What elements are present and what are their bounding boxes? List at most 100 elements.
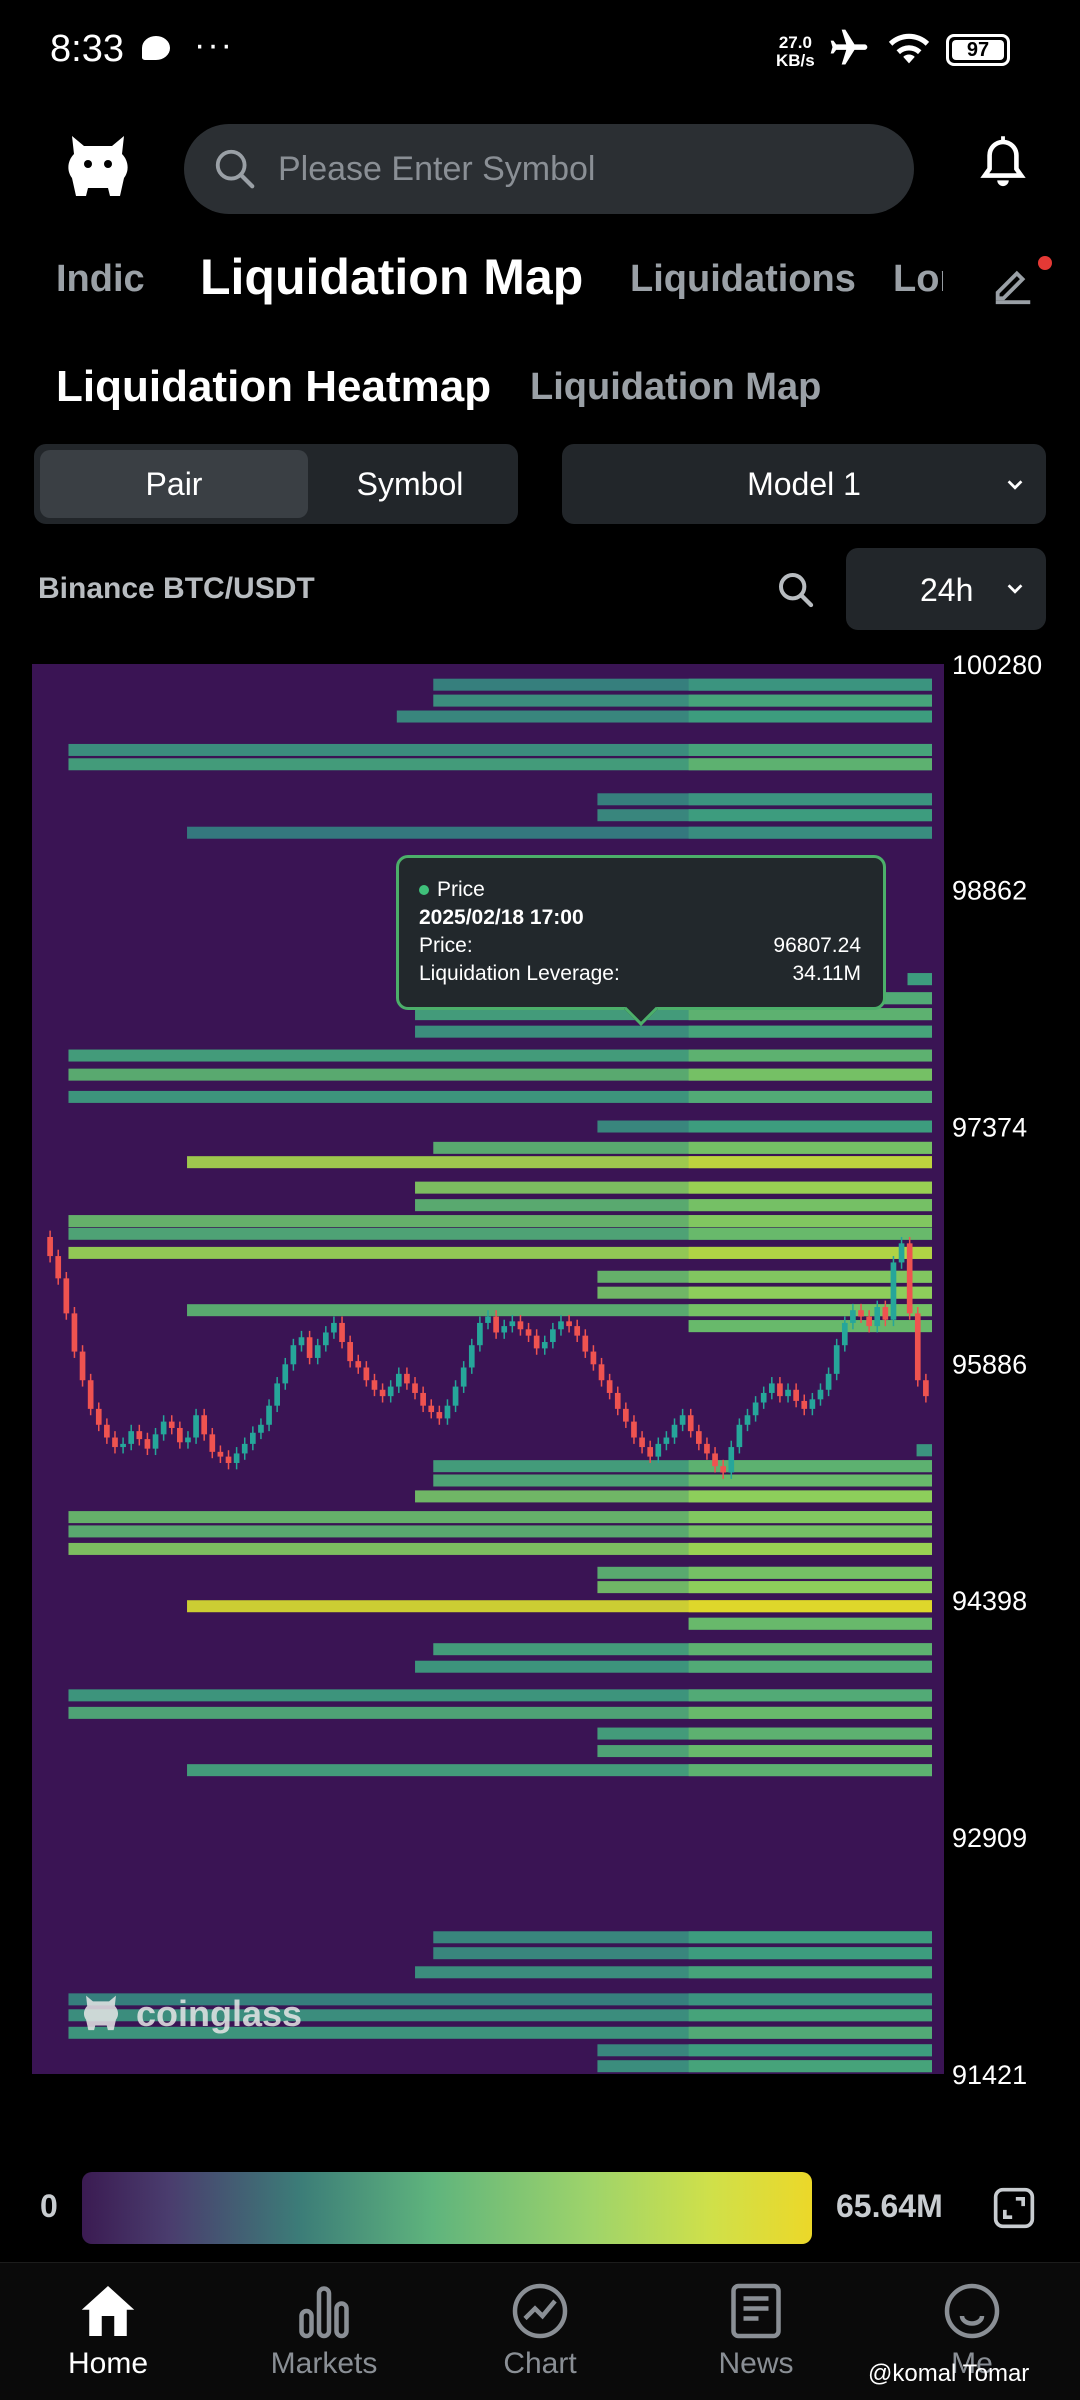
candle-body: [249, 1432, 256, 1444]
candle-body: [485, 1316, 491, 1323]
candle-body: [655, 1443, 662, 1457]
candle-body: [63, 1278, 70, 1314]
candle-body: [209, 1434, 216, 1452]
candle-body: [598, 1364, 605, 1381]
status-time: 8:33: [50, 28, 124, 70]
liquidation-band-tail: [688, 1215, 932, 1228]
candle-body: [582, 1335, 589, 1352]
candle-body: [363, 1367, 370, 1381]
battery-icon: 97: [946, 34, 1010, 66]
candle-body: [768, 1383, 775, 1393]
notification-bell-icon[interactable]: [980, 136, 1026, 194]
new-badge-dot: [1038, 256, 1052, 270]
candle-body: [339, 1322, 345, 1343]
y-tick-label: 97374: [952, 1113, 1027, 1143]
liquidation-band-tail: [688, 694, 932, 707]
liquidation-band-tail: [688, 1120, 932, 1133]
battery-level: 97: [952, 40, 1004, 60]
candle-body: [233, 1453, 240, 1463]
markets-icon: [299, 2286, 349, 2339]
candle-body: [550, 1329, 556, 1343]
liquidation-band-tail: [688, 1090, 932, 1103]
tab-liquidations[interactable]: Liquidations: [630, 258, 856, 301]
candle-body: [736, 1424, 743, 1448]
segment-pair[interactable]: Pair: [40, 450, 308, 518]
liquidation-band-tail: [688, 1525, 932, 1538]
candle-body: [712, 1453, 718, 1467]
liquidation-band-tail: [688, 1600, 932, 1613]
candle-body: [404, 1373, 410, 1384]
candle-body: [193, 1415, 199, 1438]
candle-body: [777, 1383, 783, 1397]
candle-body: [720, 1466, 727, 1473]
nav-markets[interactable]: Markets: [234, 2281, 414, 2381]
liquidation-band-tail: [688, 710, 932, 723]
symbol-search-input[interactable]: [278, 140, 878, 198]
tab-indicators[interactable]: Indic: [56, 258, 145, 301]
tooltip-header: Price: [437, 878, 485, 901]
candle-body: [858, 1310, 864, 1317]
candle-body: [614, 1392, 621, 1409]
candle-body: [882, 1307, 889, 1320]
liquidation-band-tail: [688, 1643, 932, 1656]
candle-body: [898, 1243, 905, 1263]
liquidation-band-tail: [688, 793, 932, 806]
candle-body: [225, 1456, 232, 1463]
segment-symbol[interactable]: Symbol: [308, 450, 512, 518]
candle-body: [387, 1386, 394, 1397]
candle-body: [55, 1256, 62, 1279]
y-tick-label: 95886: [952, 1349, 1027, 1379]
tab-liquidation-map[interactable]: Liquidation Map: [200, 248, 583, 306]
tab-long-short[interactable]: Lon: [893, 258, 943, 301]
coinglass-watermark-logo: [83, 1995, 119, 2031]
network-speed: 27.0 KB/s: [776, 33, 815, 70]
candle-body: [841, 1322, 848, 1346]
candle-body: [420, 1392, 426, 1406]
liquidation-band-tail: [688, 1141, 932, 1154]
candle-body: [752, 1402, 759, 1416]
candle-body: [266, 1405, 272, 1425]
symbol-search-bar[interactable]: [184, 124, 914, 214]
candle-body: [541, 1342, 548, 1349]
tab-liquidation-map-sub[interactable]: Liquidation Map: [530, 366, 821, 409]
candle-body: [477, 1322, 483, 1346]
model-dropdown[interactable]: Model 1: [562, 444, 1046, 524]
liquidation-band-tail: [688, 1320, 932, 1333]
candle-body: [647, 1447, 654, 1457]
liquidation-band-tail: [688, 1581, 932, 1594]
tooltip-price-value: 96807.24: [773, 934, 861, 957]
edit-tabs-icon[interactable]: [990, 260, 1036, 306]
coinglass-logo[interactable]: [58, 128, 138, 208]
watermark-text: coinglass: [136, 1993, 303, 2034]
legend-min: 0: [40, 2188, 58, 2224]
candle-body: [695, 1431, 702, 1444]
nav-news[interactable]: News: [666, 2281, 846, 2381]
series-dot: [419, 885, 429, 896]
candle-body: [566, 1321, 572, 1327]
time-range-dropdown[interactable]: 24h: [846, 548, 1046, 630]
candle-body: [509, 1321, 516, 1327]
candle-body: [95, 1408, 102, 1425]
candle-body: [71, 1313, 78, 1352]
exchange-pair-label[interactable]: Binance BTC/USDT: [38, 572, 315, 606]
candle-body: [201, 1415, 208, 1435]
y-tick-label: 92909: [952, 1823, 1027, 1853]
candle-body: [347, 1342, 353, 1362]
liquidation-band-tail: [688, 1931, 932, 1944]
nav-chart[interactable]: Chart: [450, 2281, 630, 2381]
search-pair-icon[interactable]: [776, 570, 816, 610]
liquidation-band-tail: [688, 1049, 932, 1062]
tab-liquidation-heatmap[interactable]: Liquidation Heatmap: [56, 362, 491, 412]
candle-body: [890, 1262, 897, 1320]
liquidation-band-tail: [688, 1660, 932, 1673]
liquidation-band-tail: [688, 1199, 932, 1212]
liquidation-band-tail: [688, 2044, 932, 2057]
candle-body: [168, 1421, 175, 1428]
candle-body: [128, 1431, 135, 1444]
candle-body: [444, 1405, 451, 1419]
candle-body: [412, 1383, 418, 1393]
fullscreen-icon[interactable]: [992, 2186, 1036, 2230]
candle-body: [152, 1434, 159, 1449]
nav-home[interactable]: Home: [18, 2281, 198, 2381]
liquidation-band-tail: [688, 1566, 932, 1579]
